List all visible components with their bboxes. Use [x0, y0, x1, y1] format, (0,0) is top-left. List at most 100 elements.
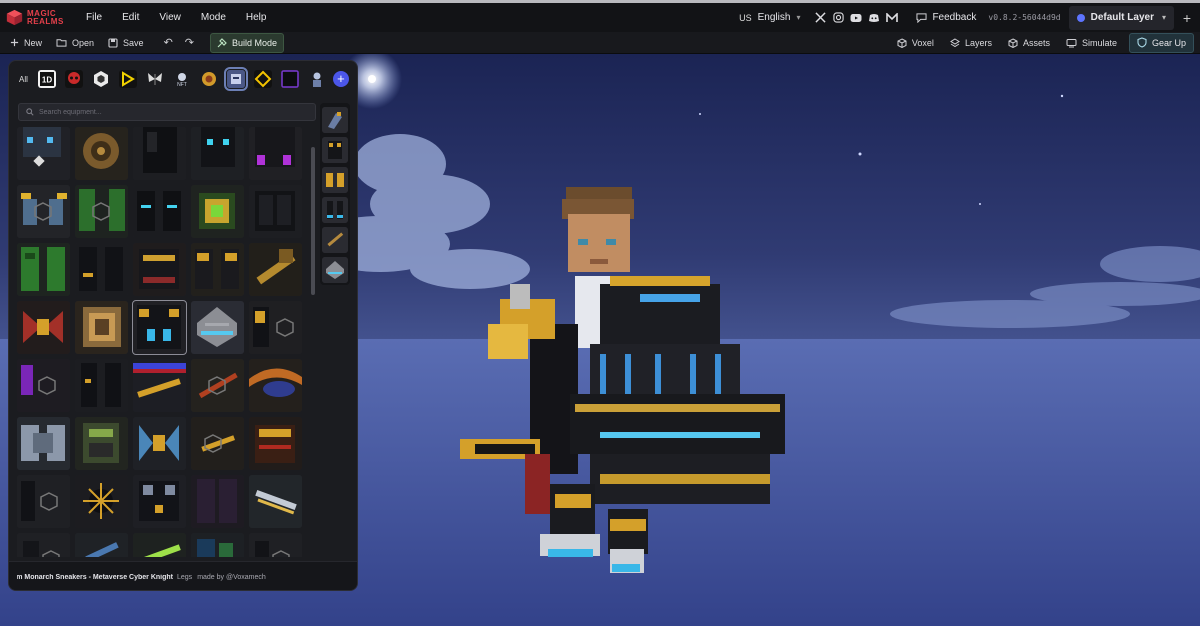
- star: [858, 152, 862, 156]
- instagram-icon[interactable]: [832, 12, 844, 24]
- equipment-item[interactable]: [249, 417, 302, 470]
- equipment-item[interactable]: [133, 359, 186, 412]
- equipment-item[interactable]: [17, 127, 70, 180]
- equipment-item[interactable]: [17, 359, 70, 412]
- menu-edit[interactable]: Edit: [122, 12, 139, 23]
- collection-warrior-icon[interactable]: [308, 70, 326, 88]
- main-menu: File Edit View Mode Help: [86, 12, 286, 23]
- equipment-item[interactable]: [249, 301, 302, 354]
- equipment-item[interactable]: [133, 475, 186, 528]
- collection-cube-icon[interactable]: [253, 70, 272, 88]
- equipment-item[interactable]: [75, 127, 128, 180]
- collection-tab-all[interactable]: All: [19, 75, 28, 84]
- equipment-item[interactable]: [191, 475, 244, 528]
- equipment-item[interactable]: [249, 359, 302, 412]
- equipment-item[interactable]: [75, 243, 128, 296]
- collection-orb-icon[interactable]: [200, 70, 218, 88]
- collection-frame-icon[interactable]: [281, 70, 299, 88]
- equipment-item[interactable]: [133, 533, 186, 557]
- assets-button[interactable]: Assets: [1008, 38, 1050, 48]
- simulate-button[interactable]: Simulate: [1066, 38, 1117, 48]
- equipment-item-selected[interactable]: [132, 300, 187, 355]
- redo-icon[interactable]: ↷: [185, 36, 194, 49]
- collection-mech-icon[interactable]: [223, 67, 248, 91]
- collection-skull-icon[interactable]: [64, 70, 83, 88]
- collection-hex-icon[interactable]: [92, 70, 110, 88]
- medium-icon[interactable]: [886, 12, 899, 24]
- selected-item-footer: Quantum Monarch Sneakers - Metaverse Cyb…: [9, 561, 357, 590]
- menu-view[interactable]: View: [159, 12, 181, 23]
- equipment-item[interactable]: [191, 359, 244, 412]
- collection-1d-icon[interactable]: 1D: [37, 70, 56, 88]
- equipment-item[interactable]: [249, 475, 302, 528]
- undo-icon[interactable]: ↶: [164, 36, 173, 49]
- equipment-item[interactable]: [249, 185, 302, 238]
- equipment-item[interactable]: [17, 417, 70, 470]
- star: [979, 203, 981, 205]
- assets-label: Assets: [1022, 37, 1050, 48]
- menu-help[interactable]: Help: [246, 12, 267, 23]
- equipment-item[interactable]: [191, 417, 244, 470]
- simulate-icon: [1066, 38, 1077, 47]
- search-input[interactable]: [39, 108, 299, 116]
- equipment-item[interactable]: [133, 127, 186, 180]
- menu-mode[interactable]: Mode: [201, 12, 226, 23]
- voxel-button[interactable]: Voxel: [897, 38, 934, 48]
- feedback-button[interactable]: Feedback: [916, 12, 976, 23]
- save-button[interactable]: Save: [108, 38, 144, 48]
- collection-nft-icon[interactable]: NFT: [173, 70, 191, 88]
- equipment-item[interactable]: [75, 533, 128, 557]
- logo-line-2: REALMS: [27, 16, 64, 26]
- equipment-item[interactable]: [17, 533, 70, 557]
- menu-file[interactable]: File: [86, 12, 102, 23]
- equipment-item[interactable]: [75, 359, 128, 412]
- equipment-item[interactable]: [17, 475, 70, 528]
- equipment-item[interactable]: [17, 301, 70, 354]
- part-filter-legs[interactable]: [322, 197, 348, 223]
- equipment-item[interactable]: [75, 417, 128, 470]
- part-filter-accessory[interactable]: [322, 257, 348, 283]
- app-logo[interactable]: MAGIC REALMS: [6, 9, 80, 26]
- x-icon[interactable]: [814, 12, 826, 24]
- equipment-item[interactable]: [75, 475, 128, 528]
- equipment-item[interactable]: [191, 301, 244, 354]
- equipment-item[interactable]: [249, 127, 302, 180]
- equipment-item[interactable]: [17, 185, 70, 238]
- build-mode-button[interactable]: Build Mode: [210, 32, 285, 53]
- part-filter-head[interactable]: [322, 107, 348, 133]
- part-filter-arms[interactable]: [322, 167, 348, 193]
- discord-icon[interactable]: [868, 12, 880, 24]
- version-label: v0.8.2-56044d9d: [988, 13, 1061, 22]
- search-icon: [26, 108, 34, 116]
- equipment-item[interactable]: [133, 417, 186, 470]
- part-filter-weapon[interactable]: [322, 227, 348, 253]
- equipment-scrollbar[interactable]: [311, 127, 315, 557]
- new-button[interactable]: New: [10, 38, 42, 48]
- equipment-item[interactable]: [191, 533, 244, 557]
- cube-icon: [897, 37, 907, 48]
- youtube-icon[interactable]: [850, 12, 862, 24]
- add-collection-button[interactable]: +: [332, 71, 349, 87]
- equipment-item[interactable]: [75, 185, 128, 238]
- layer-selector[interactable]: Default Layer ▾: [1068, 5, 1174, 30]
- language-label: English: [757, 12, 791, 23]
- moon: [368, 75, 376, 83]
- add-layer-button[interactable]: +: [1180, 10, 1194, 26]
- equipment-item[interactable]: [75, 301, 128, 354]
- equipment-item[interactable]: [249, 533, 302, 557]
- layers-button[interactable]: Layers: [949, 38, 992, 48]
- open-button[interactable]: Open: [56, 38, 94, 48]
- gear-up-button[interactable]: Gear Up: [1128, 32, 1194, 53]
- equipment-item[interactable]: [133, 243, 186, 296]
- equipment-item[interactable]: [249, 243, 302, 296]
- equipment-item[interactable]: [191, 243, 244, 296]
- collection-butterfly-icon[interactable]: [146, 70, 164, 88]
- language-selector[interactable]: US English ▾: [739, 12, 800, 23]
- collection-bolt-icon[interactable]: [118, 70, 137, 88]
- equipment-item[interactable]: [17, 243, 70, 296]
- equipment-item[interactable]: [191, 127, 244, 180]
- part-filter-body[interactable]: [322, 137, 348, 163]
- equipment-item[interactable]: [191, 185, 244, 238]
- equipment-item[interactable]: [133, 185, 186, 238]
- scrollbar-thumb[interactable]: [311, 147, 315, 295]
